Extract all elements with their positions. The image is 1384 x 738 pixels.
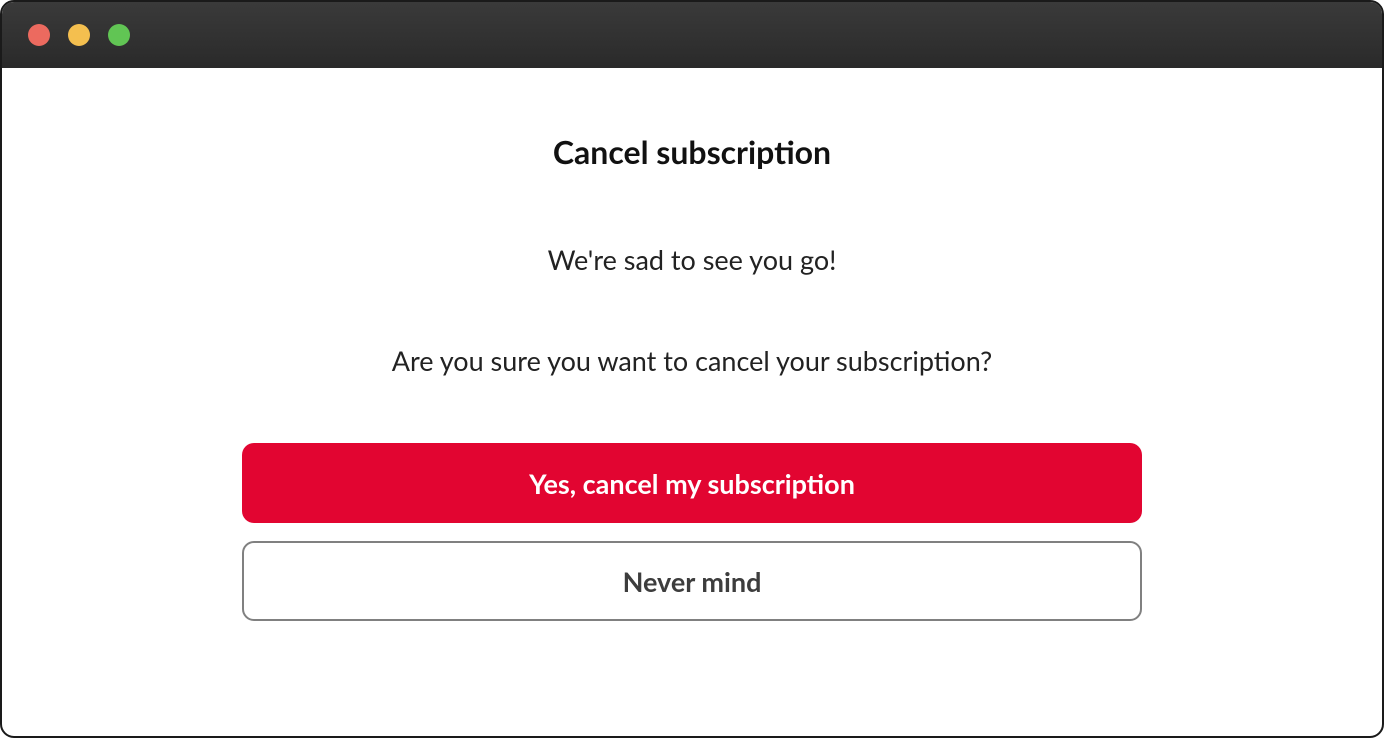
window-titlebar	[2, 2, 1382, 68]
window-minimize-button[interactable]	[68, 24, 90, 46]
dialog-message-line-2: Are you sure you want to cancel your sub…	[392, 344, 993, 377]
window-close-button[interactable]	[28, 24, 50, 46]
never-mind-button[interactable]: Never mind	[242, 541, 1142, 621]
dialog-button-group: Yes, cancel my subscription Never mind	[242, 443, 1142, 621]
dialog-title: Cancel subscription	[553, 132, 831, 171]
app-window: Cancel subscription We're sad to see you…	[0, 0, 1384, 738]
window-maximize-button[interactable]	[108, 24, 130, 46]
dialog-message-line-1: We're sad to see you go!	[548, 243, 837, 276]
dialog-content: Cancel subscription We're sad to see you…	[2, 68, 1382, 736]
confirm-cancel-button[interactable]: Yes, cancel my subscription	[242, 443, 1142, 523]
